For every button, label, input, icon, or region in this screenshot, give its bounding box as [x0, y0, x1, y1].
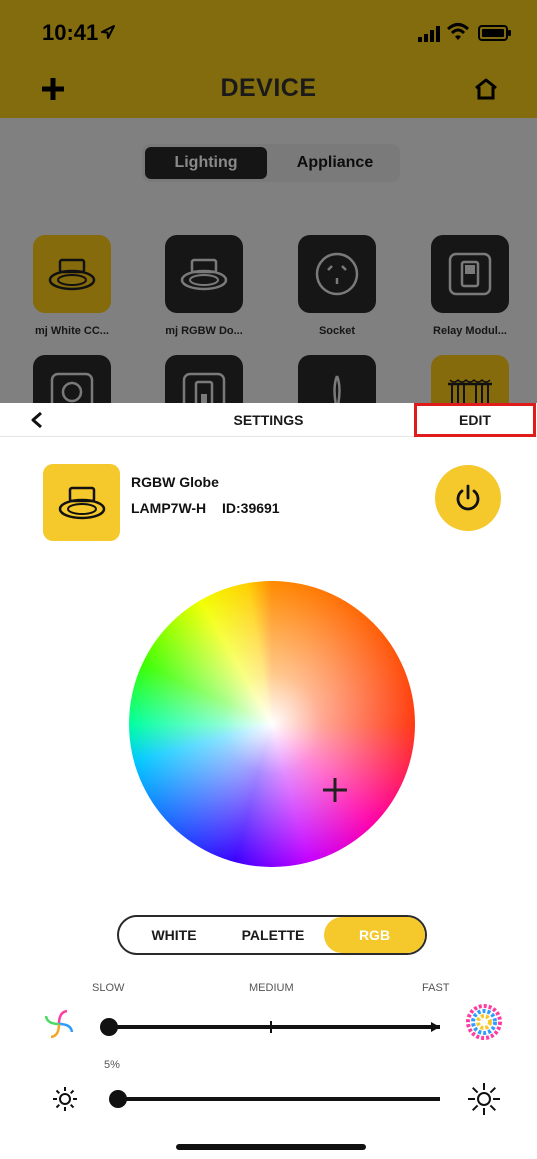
- brightness-high-icon: [468, 1083, 500, 1115]
- edit-button[interactable]: EDIT: [414, 403, 536, 437]
- status-time: 10:41: [42, 20, 99, 45]
- settings-sheet: SETTINGS EDIT RGBW Globe LAMP7W-H ID:396…: [0, 403, 537, 1159]
- home-indicator: [176, 1144, 366, 1150]
- battery-icon: [478, 25, 511, 41]
- relay-icon: [448, 252, 492, 296]
- speed-label-fast: FAST: [422, 982, 450, 994]
- device-thumbnail: [43, 464, 120, 541]
- socket-icon: [315, 252, 359, 296]
- device-tile[interactable]: [165, 355, 243, 403]
- mode-rgb[interactable]: RGB: [324, 917, 425, 953]
- speed-slider-thumb[interactable]: [100, 1018, 118, 1036]
- device-tile[interactable]: [431, 355, 509, 403]
- tab-lighting[interactable]: Lighting: [145, 147, 267, 179]
- speed-label-medium: MEDIUM: [249, 982, 294, 994]
- device-tile[interactable]: [165, 235, 243, 313]
- brightness-slider-track[interactable]: [117, 1097, 440, 1101]
- device-tile[interactable]: [33, 355, 111, 403]
- speed-tick-medium: [270, 1021, 272, 1033]
- fan-icon: [333, 375, 341, 403]
- downlight-icon: [48, 258, 96, 291]
- globe-icon: [50, 372, 94, 403]
- mode-white[interactable]: WHITE: [129, 917, 219, 953]
- tab-appliance[interactable]: Appliance: [272, 147, 398, 179]
- power-icon: [456, 484, 480, 511]
- downlight-icon: [58, 486, 105, 519]
- category-tabs: Lighting Appliance: [142, 144, 400, 182]
- mode-selector: WHITE PALETTE RGB: [117, 915, 427, 955]
- fast-pinwheel-icon: [466, 1004, 502, 1040]
- device-grid-area: Lighting Appliance mj White CC... mj RGB…: [0, 118, 537, 403]
- device-tile[interactable]: [298, 355, 376, 403]
- curtain-icon: [448, 378, 492, 403]
- speed-label-slow: SLOW: [92, 982, 125, 994]
- device-label: Relay Modul...: [433, 325, 507, 337]
- wifi-icon: [446, 23, 470, 40]
- device-label: mj White CC...: [35, 325, 109, 337]
- power-button[interactable]: [435, 465, 501, 531]
- brightness-slider-thumb[interactable]: [109, 1090, 127, 1108]
- color-wheel[interactable]: [129, 581, 415, 867]
- device-tile[interactable]: [33, 235, 111, 313]
- mode-palette[interactable]: PALETTE: [227, 917, 319, 953]
- device-id: ID:39691: [222, 500, 280, 516]
- device-tile[interactable]: [298, 235, 376, 313]
- switch-icon: [182, 372, 226, 403]
- speed-track-end: [431, 1022, 440, 1032]
- home-icon[interactable]: [473, 76, 499, 102]
- device-name: RGBW Globe: [131, 474, 219, 490]
- device-tile[interactable]: [431, 235, 509, 313]
- downlight-icon: [180, 258, 228, 291]
- device-label: Socket: [318, 325, 356, 337]
- status-bar: 10:41: [0, 0, 537, 64]
- settings-header: SETTINGS EDIT: [0, 403, 537, 437]
- speed-slider-track[interactable]: [106, 1025, 440, 1029]
- slow-pinwheel-icon: [44, 1009, 74, 1039]
- device-model: LAMP7W-H: [131, 500, 207, 516]
- location-arrow-icon: [101, 25, 115, 39]
- brightness-value: 5%: [104, 1059, 120, 1071]
- color-picker-cursor[interactable]: [322, 777, 348, 803]
- page-title: DEVICE: [220, 74, 317, 102]
- signal-icon: [418, 26, 440, 42]
- nav-bar: DEVICE: [0, 64, 537, 118]
- device-label: mj RGBW Do...: [165, 325, 243, 337]
- brightness-low-icon: [53, 1087, 77, 1111]
